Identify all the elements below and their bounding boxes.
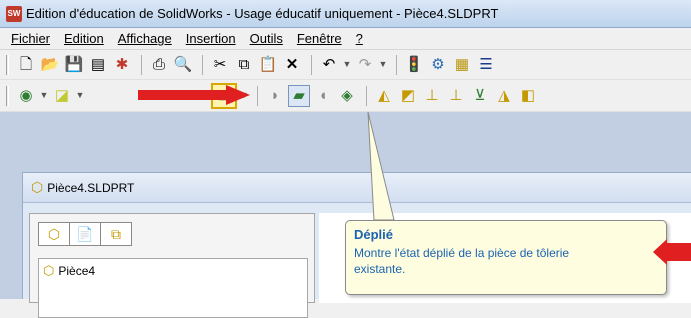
no-bends-icon[interactable]: ◈ — [336, 85, 358, 107]
sketched-bend-icon[interactable]: ⊥ — [445, 85, 467, 107]
toolbar-separator — [366, 85, 367, 106]
tooltip-title: Déplié — [354, 227, 394, 242]
tree-item-label: Pièce4 — [58, 264, 96, 278]
menu-edition[interactable]: Edition — [57, 31, 111, 46]
red-pointer-arrow-right — [653, 239, 691, 265]
closed-corner-icon[interactable]: ⊻ — [469, 85, 491, 107]
tooltip-body: Montre l'état déplié de la pièce de tôle… — [354, 246, 570, 276]
feature-manager-pane: ⬡ 📄 ⧉ ⬡ Pièce4 — [29, 213, 315, 318]
window-titlebar: SW Edition d'éducation de SolidWorks - U… — [0, 0, 691, 28]
new-document-icon[interactable]: 🗋 — [15, 54, 37, 76]
document-titlebar: ⬡ Pièce4.SLDPRT — [23, 173, 691, 203]
hem-icon[interactable]: ◩ — [397, 85, 419, 107]
toolbar-grip[interactable] — [6, 85, 9, 106]
menu-outils[interactable]: Outils — [243, 31, 290, 46]
red-pointer-arrow — [138, 85, 250, 105]
menu-insertion[interactable]: Insertion — [179, 31, 243, 46]
delete-icon[interactable]: ✕ — [281, 54, 303, 76]
undo-dropdown-icon[interactable]: ▼ — [342, 54, 352, 76]
traffic-light-icon[interactable]: 🚦 — [403, 54, 425, 76]
toolbar-separator — [257, 85, 258, 106]
jog-icon[interactable]: ⊥ — [421, 85, 443, 107]
menu-affichage[interactable]: Affichage — [111, 31, 179, 46]
sheet-metal-base-flange-icon[interactable]: ◉ — [15, 85, 37, 107]
tooltip-pointer — [367, 112, 395, 221]
cut-icon[interactable]: ✂ — [209, 54, 231, 76]
grid-icon[interactable]: ▦ — [451, 54, 473, 76]
menu-fenetre[interactable]: Fenêtre — [290, 31, 349, 46]
feature-tree: ⬡ Pièce4 — [38, 258, 308, 318]
redo-dropdown-icon[interactable]: ▼ — [378, 54, 388, 76]
sheet-metal-edge-icon[interactable]: ◪ — [51, 85, 73, 107]
tab-configuration-manager[interactable]: ⧉ — [100, 222, 132, 246]
standard-toolbar: 🗋 📂 💾 ▤ ✱ ⎙ 🔍 ✂ ⧉ 📋 ✕ ↶ ▼ ↷ ▼ 🚦 ⚙ ▦ ☰ — [0, 50, 691, 80]
options-icon[interactable]: ⚙ — [427, 54, 449, 76]
base-flange-dropdown-icon[interactable]: ▼ — [39, 85, 49, 107]
part-icon: ⬡ — [31, 179, 44, 195]
copy-icon[interactable]: ⧉ — [233, 54, 255, 76]
tab-property-manager[interactable]: 📄 — [69, 222, 101, 246]
sheet-metal-toolbar: ◉ ▼ ◪ ▼ ⊞ ▼ ◗ ▰ ◖ ◈ ◭ ◩ ⊥ ⊥ ⊻ ◮ ◧ — [0, 80, 691, 112]
save-icon[interactable]: 💾 — [63, 54, 85, 76]
part-icon: ⬡ — [43, 263, 55, 278]
toolbar-separator — [396, 54, 397, 75]
menu-fichier[interactable]: Fichier — [4, 31, 57, 46]
tooltip-unfold: Déplié Montre l'état déplié de la pièce … — [345, 220, 667, 295]
print-icon[interactable]: ⎙ — [148, 54, 170, 76]
print-preview-icon[interactable]: ▤ — [87, 54, 109, 76]
toolbar-separator — [141, 54, 142, 75]
toolbar-separator — [311, 54, 312, 75]
tree-item-root[interactable]: ⬡ Pièce4 — [43, 263, 303, 279]
edge-dropdown-icon[interactable]: ▼ — [75, 85, 85, 107]
paste-icon[interactable]: 📋 — [257, 54, 279, 76]
fold-icon[interactable]: ◖ — [312, 85, 334, 107]
rebuild-icon[interactable]: ✱ — [111, 54, 133, 76]
unfold-icon[interactable]: ▰ — [288, 84, 310, 107]
document-title: Pièce4.SLDPRT — [47, 180, 135, 195]
menu-help[interactable]: ? — [349, 31, 370, 46]
list-icon[interactable]: ☰ — [475, 54, 497, 76]
rip-icon[interactable]: ◭ — [373, 85, 395, 107]
toolbar-grip[interactable] — [6, 54, 9, 75]
lofted-bend-icon[interactable]: ◮ — [493, 85, 515, 107]
tab-feature-tree[interactable]: ⬡ — [38, 222, 70, 246]
toolbar-separator — [202, 54, 203, 75]
feature-manager-tabs: ⬡ 📄 ⧉ — [30, 214, 314, 246]
open-folder-icon[interactable]: 📂 — [39, 54, 61, 76]
menu-bar: Fichier Edition Affichage Insertion Outi… — [0, 28, 691, 50]
zoom-preview-icon[interactable]: 🔍 — [172, 54, 194, 76]
solidworks-logo-icon: SW — [6, 5, 22, 22]
redo-icon[interactable]: ↷ — [354, 54, 376, 76]
insert-bends-icon[interactable]: ◧ — [517, 85, 539, 107]
bend-icon[interactable]: ◗ — [264, 85, 286, 107]
window-title: Edition d'éducation de SolidWorks - Usag… — [26, 6, 499, 21]
undo-icon[interactable]: ↶ — [318, 54, 340, 76]
